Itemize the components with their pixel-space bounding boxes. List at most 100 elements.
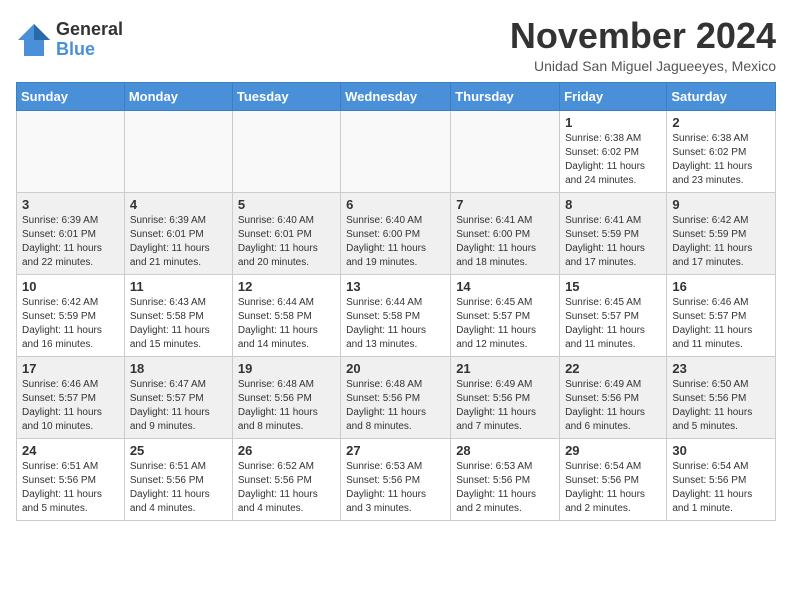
day-number: 14 [456, 279, 554, 294]
calendar-cell: 5Sunrise: 6:40 AM Sunset: 6:01 PM Daylig… [232, 192, 340, 274]
day-number: 26 [238, 443, 335, 458]
calendar-cell: 9 Sunrise: 6:42 AM Sunset: 5:59 PM Daylig… [667, 192, 776, 274]
calendar-cell: 15Sunrise: 6:45 AM Sunset: 5:57 PM Dayli… [560, 274, 667, 356]
calendar-cell: 25Sunrise: 6:51 AM Sunset: 5:56 PM Dayli… [124, 438, 232, 520]
day-detail: Sunrise: 6:39 AM Sunset: 6:01 PM Dayligh… [22, 215, 102, 268]
day-number: 7 [456, 197, 554, 212]
calendar-cell: 29 Sunrise: 6:54 AM Sunset: 5:56 PM Dayli… [560, 438, 667, 520]
calendar-cell: 22 Sunrise: 6:49 AM Sunset: 5:56 PM Dayli… [560, 356, 667, 438]
calendar-cell: 20 Sunrise: 6:48 AM Sunset: 5:56 PM Dayli… [341, 356, 451, 438]
calendar-cell: 12Sunrise: 6:44 AM Sunset: 5:58 PM Dayli… [232, 274, 340, 356]
calendar-cell: 8Sunrise: 6:41 AM Sunset: 5:59 PM Daylig… [560, 192, 667, 274]
day-detail: Sunrise: 6:48 AM Sunset: 5:56 PM Dayligh… [346, 379, 426, 432]
day-number: 27 [346, 443, 445, 458]
day-number: 4 [130, 197, 227, 212]
day-number: 28 [456, 443, 554, 458]
day-detail: Sunrise: 6:48 AM Sunset: 5:56 PM Dayligh… [238, 379, 318, 432]
day-number: 23 [672, 361, 770, 376]
day-detail: Sunrise: 6:43 AM Sunset: 5:58 PM Dayligh… [130, 297, 210, 350]
calendar-cell: 19 Sunrise: 6:48 AM Sunset: 5:56 PM Dayli… [232, 356, 340, 438]
day-detail: Sunrise: 6:46 AM Sunset: 5:57 PM Dayligh… [22, 379, 102, 432]
calendar-cell: 23 Sunrise: 6:50 AM Sunset: 5:56 PM Dayli… [667, 356, 776, 438]
calendar-cell [124, 110, 232, 192]
day-number: 10 [22, 279, 119, 294]
day-detail: Sunrise: 6:45 AM Sunset: 5:57 PM Dayligh… [456, 297, 536, 350]
day-detail: Sunrise: 6:42 AM Sunset: 5:59 PM Dayligh… [672, 215, 752, 268]
day-detail: Sunrise: 6:41 AM Sunset: 6:00 PM Dayligh… [456, 215, 536, 268]
calendar-cell: 28 Sunrise: 6:53 AM Sunset: 5:56 PM Dayli… [451, 438, 560, 520]
day-number: 20 [346, 361, 445, 376]
day-detail: Sunrise: 6:40 AM Sunset: 6:00 PM Dayligh… [346, 215, 426, 268]
day-number: 21 [456, 361, 554, 376]
logo-blue-text: Blue [56, 40, 123, 60]
day-detail: Sunrise: 6:38 AM Sunset: 6:02 PM Dayligh… [565, 133, 645, 186]
header-wednesday: Wednesday [341, 82, 451, 110]
calendar-cell: 21 Sunrise: 6:49 AM Sunset: 5:56 PM Dayli… [451, 356, 560, 438]
day-number: 17 [22, 361, 119, 376]
calendar-cell [232, 110, 340, 192]
calendar-cell: 2Sunrise: 6:38 AM Sunset: 6:02 PM Daylig… [667, 110, 776, 192]
day-number: 15 [565, 279, 661, 294]
calendar-cell: 7 Sunrise: 6:41 AM Sunset: 6:00 PM Daylig… [451, 192, 560, 274]
header-thursday: Thursday [451, 82, 560, 110]
calendar-cell: 11 Sunrise: 6:43 AM Sunset: 5:58 PM Dayli… [124, 274, 232, 356]
week-row-3: 10 Sunrise: 6:42 AM Sunset: 5:59 PM Dayli… [17, 274, 776, 356]
calendar-header: Sunday Monday Tuesday Wednesday Thursday… [17, 82, 776, 110]
week-row-1: 1 Sunrise: 6:38 AM Sunset: 6:02 PM Daylig… [17, 110, 776, 192]
header-monday: Monday [124, 82, 232, 110]
week-row-2: 3 Sunrise: 6:39 AM Sunset: 6:01 PM Daylig… [17, 192, 776, 274]
day-detail: Sunrise: 6:50 AM Sunset: 5:56 PM Dayligh… [672, 379, 752, 432]
calendar-cell: 27Sunrise: 6:53 AM Sunset: 5:56 PM Dayli… [341, 438, 451, 520]
day-number: 8 [565, 197, 661, 212]
day-detail: Sunrise: 6:42 AM Sunset: 5:59 PM Dayligh… [22, 297, 102, 350]
calendar-cell [17, 110, 125, 192]
header-friday: Friday [560, 82, 667, 110]
day-detail: Sunrise: 6:49 AM Sunset: 5:56 PM Dayligh… [456, 379, 536, 432]
day-detail: Sunrise: 6:49 AM Sunset: 5:56 PM Dayligh… [565, 379, 645, 432]
day-number: 11 [130, 279, 227, 294]
calendar-cell: 6 Sunrise: 6:40 AM Sunset: 6:00 PM Daylig… [341, 192, 451, 274]
header-row: Sunday Monday Tuesday Wednesday Thursday… [17, 82, 776, 110]
calendar-cell [341, 110, 451, 192]
day-number: 22 [565, 361, 661, 376]
logo-general-text: General [56, 20, 123, 40]
day-number: 16 [672, 279, 770, 294]
day-detail: Sunrise: 6:46 AM Sunset: 5:57 PM Dayligh… [672, 297, 752, 350]
day-number: 9 [672, 197, 770, 212]
header-tuesday: Tuesday [232, 82, 340, 110]
week-row-4: 17 Sunrise: 6:46 AM Sunset: 5:57 PM Dayli… [17, 356, 776, 438]
calendar-cell: 16 Sunrise: 6:46 AM Sunset: 5:57 PM Dayli… [667, 274, 776, 356]
day-detail: Sunrise: 6:54 AM Sunset: 5:56 PM Dayligh… [565, 461, 645, 514]
calendar-cell: 24Sunrise: 6:51 AM Sunset: 5:56 PM Dayli… [17, 438, 125, 520]
calendar-cell: 17 Sunrise: 6:46 AM Sunset: 5:57 PM Dayli… [17, 356, 125, 438]
day-number: 24 [22, 443, 119, 458]
day-detail: Sunrise: 6:51 AM Sunset: 5:56 PM Dayligh… [130, 461, 210, 514]
day-detail: Sunrise: 6:54 AM Sunset: 5:56 PM Dayligh… [672, 461, 752, 514]
day-detail: Sunrise: 6:52 AM Sunset: 5:56 PM Dayligh… [238, 461, 318, 514]
logo-icon [16, 22, 52, 58]
day-number: 2 [672, 115, 770, 130]
calendar-table: Sunday Monday Tuesday Wednesday Thursday… [16, 82, 776, 521]
calendar-cell: 26 Sunrise: 6:52 AM Sunset: 5:56 PM Dayli… [232, 438, 340, 520]
day-number: 3 [22, 197, 119, 212]
day-detail: Sunrise: 6:47 AM Sunset: 5:57 PM Dayligh… [130, 379, 210, 432]
day-number: 13 [346, 279, 445, 294]
day-number: 19 [238, 361, 335, 376]
calendar-cell: 4Sunrise: 6:39 AM Sunset: 6:01 PM Daylig… [124, 192, 232, 274]
day-detail: Sunrise: 6:44 AM Sunset: 5:58 PM Dayligh… [346, 297, 426, 350]
day-number: 18 [130, 361, 227, 376]
location: Unidad San Miguel Jagueeyes, Mexico [510, 58, 776, 74]
day-number: 1 [565, 115, 661, 130]
calendar-cell: 10 Sunrise: 6:42 AM Sunset: 5:59 PM Dayli… [17, 274, 125, 356]
day-number: 29 [565, 443, 661, 458]
header-sunday: Sunday [17, 82, 125, 110]
week-row-5: 24 Sunrise: 6:51 AM Sunset: 5:56 PM Dayli… [17, 438, 776, 520]
day-number: 30 [672, 443, 770, 458]
header-saturday: Saturday [667, 82, 776, 110]
calendar-cell: 1 Sunrise: 6:38 AM Sunset: 6:02 PM Daylig… [560, 110, 667, 192]
calendar-cell [451, 110, 560, 192]
day-detail: Sunrise: 6:53 AM Sunset: 5:56 PM Dayligh… [456, 461, 536, 514]
calendar-cell: 3 Sunrise: 6:39 AM Sunset: 6:01 PM Daylig… [17, 192, 125, 274]
calendar-cell: 14 Sunrise: 6:45 AM Sunset: 5:57 PM Dayli… [451, 274, 560, 356]
day-number: 6 [346, 197, 445, 212]
